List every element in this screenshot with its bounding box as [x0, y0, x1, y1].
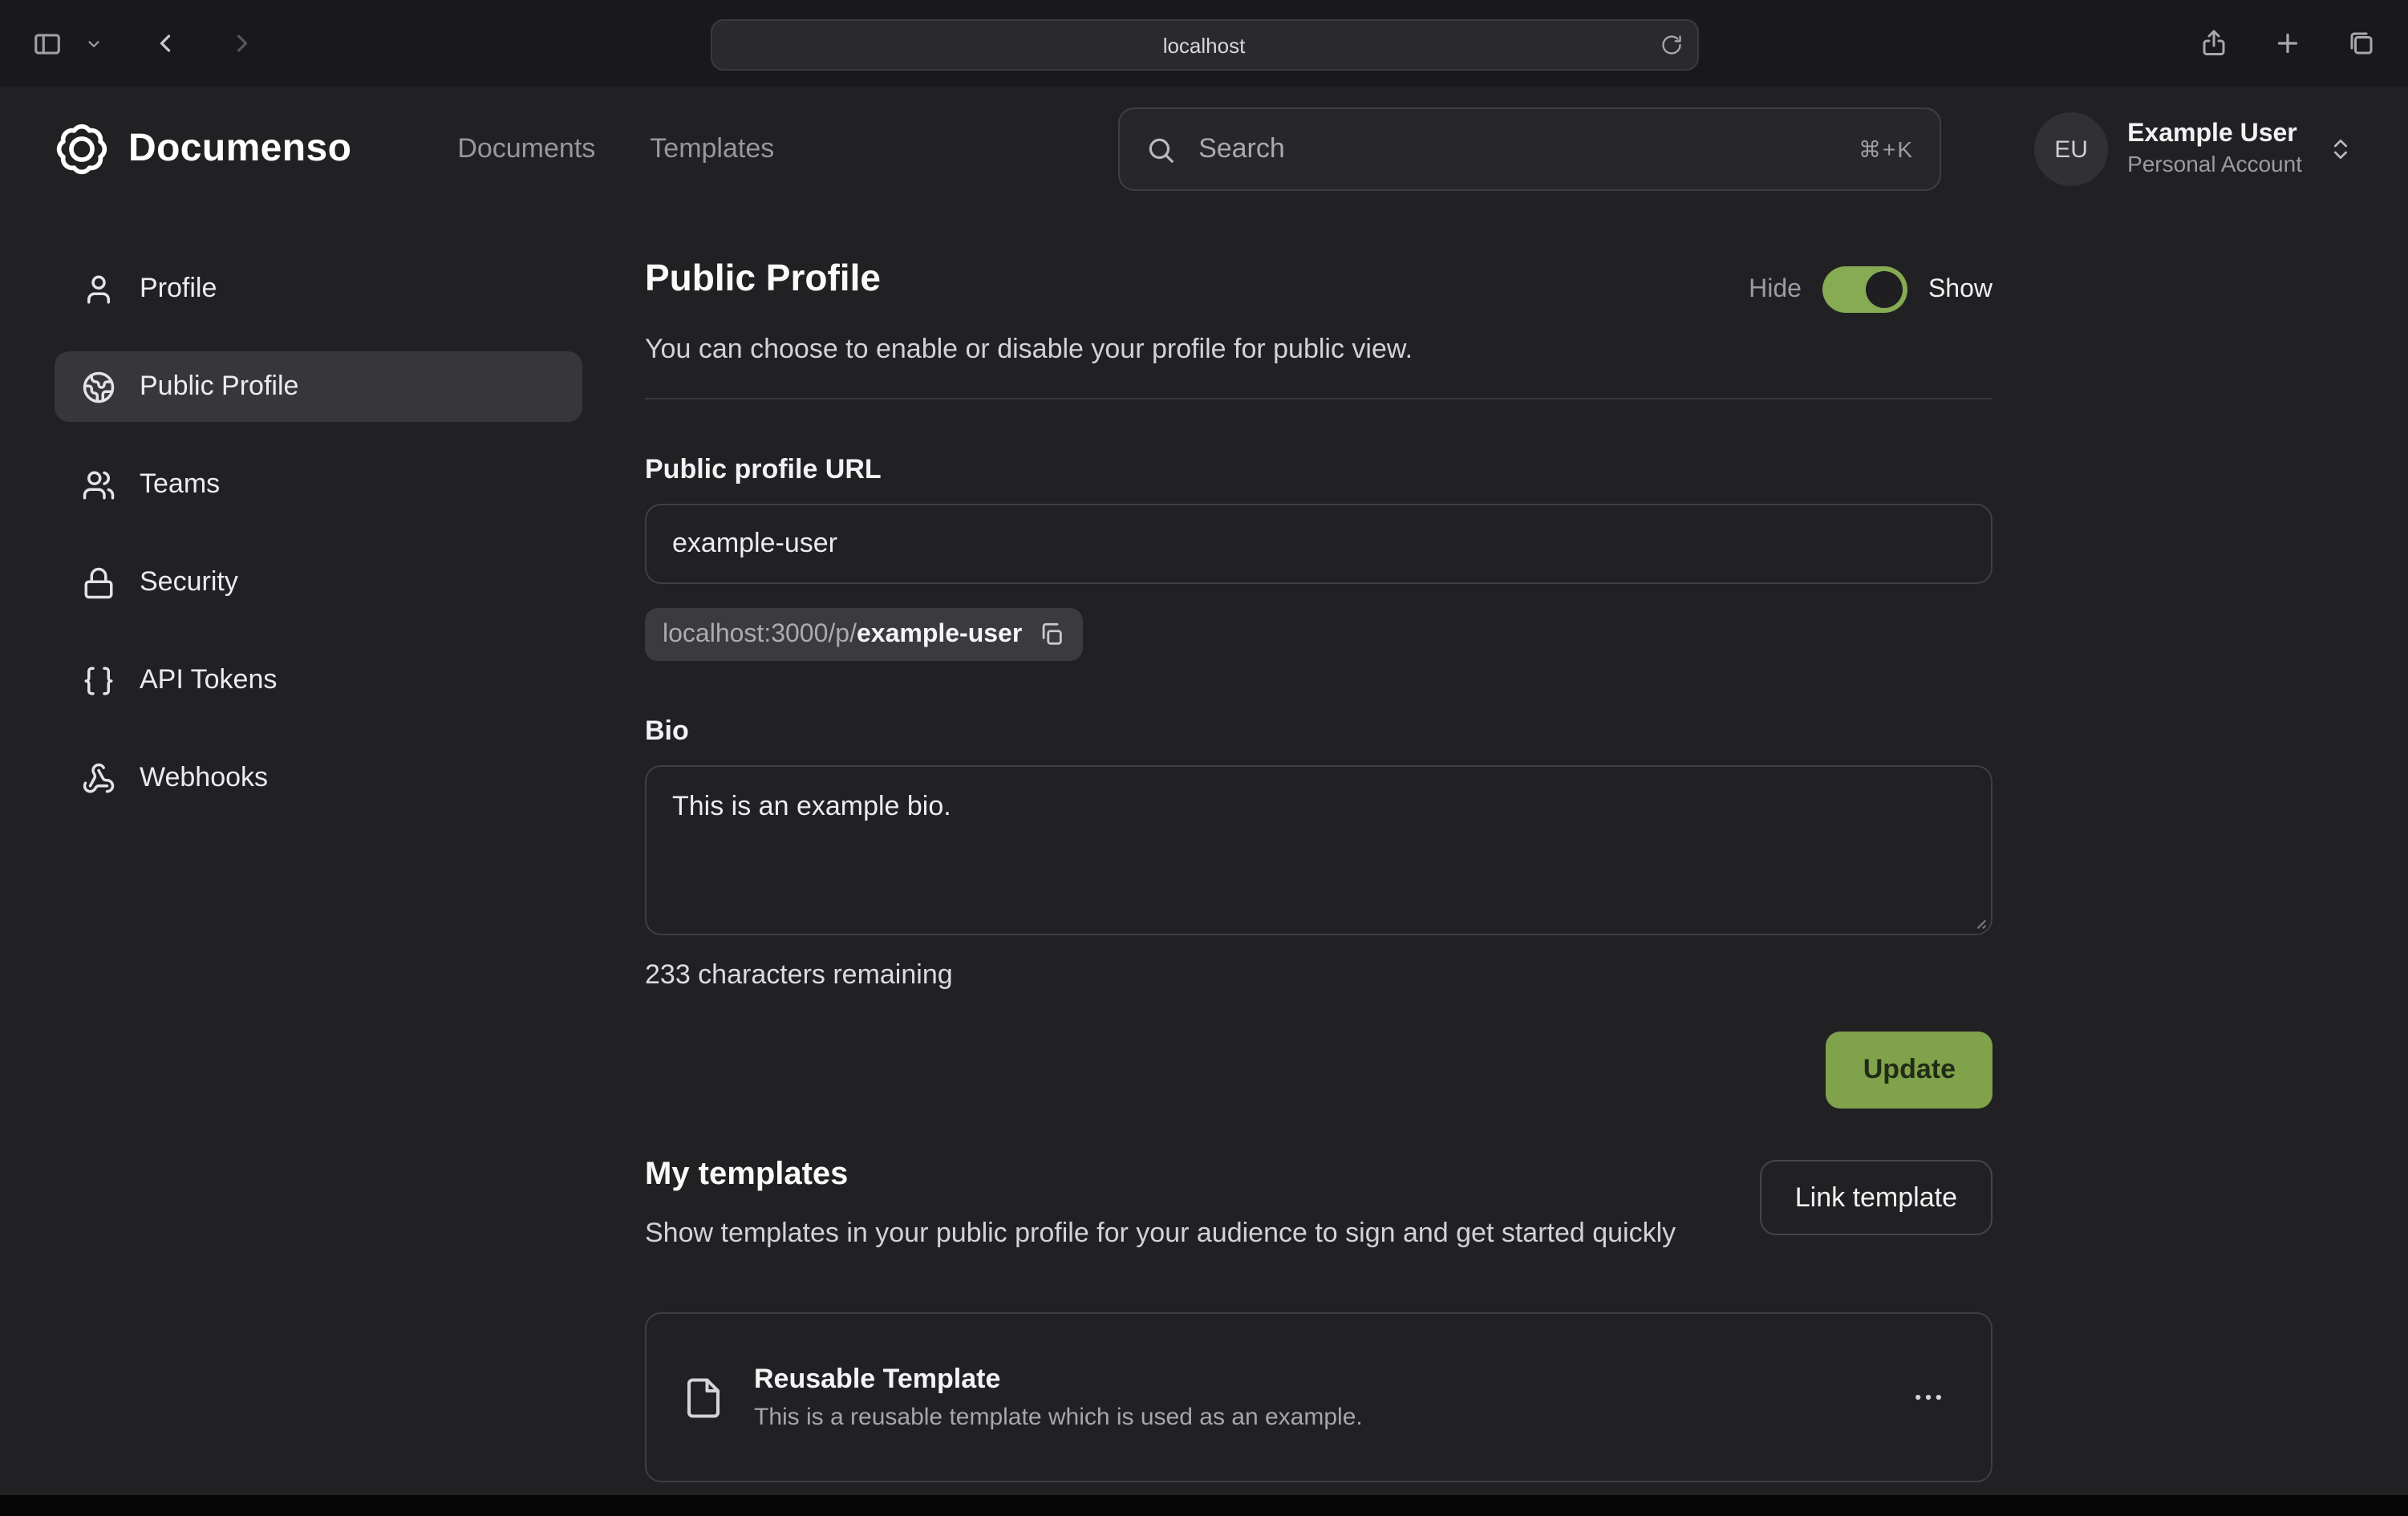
characters-remaining: 233 characters remaining: [645, 959, 1992, 991]
reload-icon[interactable]: [1660, 34, 1682, 56]
sidebar-item-api-tokens[interactable]: API Tokens: [55, 645, 582, 715]
copy-icon[interactable]: [1038, 621, 1065, 648]
sidebar-item-label: Profile: [140, 273, 217, 305]
bio-field-label: Bio: [645, 715, 1992, 748]
nav-documents[interactable]: Documents: [457, 133, 595, 165]
new-tab-icon[interactable]: [2267, 22, 2309, 64]
full-url-chip: localhost:3000/p/example-user: [645, 608, 1083, 661]
globe-icon: [82, 370, 116, 403]
bio-textarea[interactable]: This is an example bio.: [645, 765, 1992, 935]
public-profile-url-input[interactable]: [645, 504, 1992, 584]
tab-overview-icon[interactable]: [2341, 22, 2382, 64]
template-card: Reusable Template This is a reusable tem…: [645, 1313, 1992, 1483]
template-name: Reusable Template: [754, 1364, 1363, 1396]
sidebar-item-label: Security: [140, 566, 238, 598]
resize-handle-icon[interactable]: [1967, 910, 1988, 930]
chevron-down-icon[interactable]: [79, 28, 109, 59]
browser-chrome: localhost: [0, 0, 2408, 87]
braces-icon: [82, 663, 116, 697]
settings-sidebar: Profile Public Profile Teams Security: [55, 253, 582, 1495]
brand-logo[interactable]: Documenso: [55, 122, 351, 176]
lock-icon: [82, 565, 116, 599]
search-shortcut: ⌘+K: [1859, 136, 1914, 163]
user-menu[interactable]: EU Example User Personal Account: [2034, 112, 2353, 186]
search-input[interactable]: [1195, 132, 1839, 167]
visibility-toggle-group: Hide Show: [1749, 266, 1992, 313]
sidebar-item-webhooks[interactable]: Webhooks: [55, 743, 582, 813]
address-bar-url: localhost: [1163, 33, 1246, 57]
main-content: Public Profile Hide Show You can choose …: [645, 253, 1992, 1495]
top-nav: Documents Templates: [457, 133, 774, 165]
file-icon: [682, 1376, 725, 1420]
show-label: Show: [1928, 275, 1992, 304]
browser-window: localhost Documenso Documents: [0, 0, 2408, 1516]
update-button[interactable]: Update: [1826, 1032, 1992, 1109]
page-subtitle: You can choose to enable or disable your…: [645, 334, 1992, 366]
forward-icon[interactable]: [221, 22, 263, 64]
share-icon[interactable]: [2193, 22, 2235, 64]
brand-name: Documenso: [128, 127, 351, 172]
sidebar-toggle-icon[interactable]: [26, 22, 69, 65]
address-bar[interactable]: localhost: [710, 19, 1698, 71]
sidebar-item-teams[interactable]: Teams: [55, 449, 582, 520]
sidebar-item-label: API Tokens: [140, 664, 277, 696]
users-icon: [82, 468, 116, 501]
full-url-prefix: localhost:3000/p/: [663, 620, 857, 647]
full-url-slug: example-user: [857, 620, 1022, 647]
section-divider: [645, 398, 1992, 399]
search-icon: [1145, 134, 1176, 164]
avatar: EU: [2034, 112, 2108, 186]
back-icon[interactable]: [144, 22, 186, 64]
sidebar-item-profile[interactable]: Profile: [55, 253, 582, 324]
bottom-strip: [0, 1495, 2408, 1516]
ellipsis-menu-icon[interactable]: [1901, 1371, 1956, 1425]
url-field-label: Public profile URL: [645, 454, 1992, 486]
app-header: Documenso Documents Templates ⌘+K EU Exa…: [0, 87, 2408, 212]
sidebar-item-label: Teams: [140, 468, 220, 501]
sidebar-item-label: Webhooks: [140, 762, 268, 794]
webhook-icon: [82, 761, 116, 795]
sidebar-item-label: Public Profile: [140, 371, 298, 403]
my-templates-description: Show templates in your public profile fo…: [645, 1213, 1676, 1255]
sidebar-item-public-profile[interactable]: Public Profile: [55, 351, 582, 422]
toggle-knob: [1866, 271, 1903, 308]
chevrons-up-down-icon[interactable]: [2328, 136, 2353, 162]
nav-templates[interactable]: Templates: [650, 133, 774, 165]
link-template-button[interactable]: Link template: [1760, 1160, 1992, 1235]
user-icon: [82, 272, 116, 306]
page-title: Public Profile: [645, 253, 881, 302]
profile-visibility-toggle[interactable]: [1822, 266, 1907, 313]
documenso-logo-icon: [55, 122, 109, 176]
hide-label: Hide: [1749, 275, 1802, 304]
user-name: Example User: [2127, 120, 2302, 152]
sidebar-item-security[interactable]: Security: [55, 547, 582, 618]
search-bar[interactable]: ⌘+K: [1118, 107, 1941, 191]
user-account-type: Personal Account: [2127, 152, 2302, 180]
my-templates-title: My templates: [645, 1157, 1676, 1194]
template-description: This is a reusable template which is use…: [754, 1405, 1363, 1432]
